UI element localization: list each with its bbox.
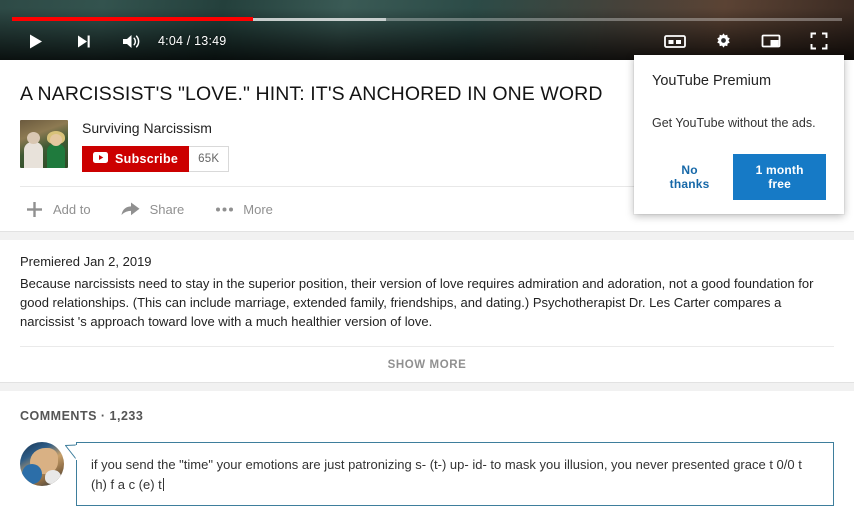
- share-button[interactable]: Share: [121, 199, 185, 219]
- channel-avatar[interactable]: [20, 120, 68, 169]
- description-text: Because narcissists need to stay in the …: [20, 276, 814, 330]
- comments-section: COMMENTS · 1,233 if you send the "time" …: [0, 390, 854, 510]
- more-dots-icon: [214, 199, 234, 219]
- subscriber-count: 65K: [189, 146, 230, 173]
- player-controls-right: [662, 28, 854, 54]
- comment-input[interactable]: if you send the "time" your emotions are…: [76, 441, 834, 507]
- time-display: 4:04 / 13:49: [158, 34, 227, 48]
- subscribe-label: Subscribe: [115, 152, 179, 167]
- one-month-free-button[interactable]: 1 month free: [733, 153, 826, 200]
- player-controls-left: 4:04 / 13:49: [0, 28, 226, 54]
- captions-cc-icon[interactable]: [662, 28, 688, 54]
- more-button[interactable]: More: [214, 199, 273, 219]
- premium-subtitle: Get YouTube without the ads.: [652, 116, 816, 130]
- share-arrow-icon: [121, 199, 141, 219]
- comment-draft-text: if you send the "time" your emotions are…: [91, 456, 802, 493]
- settings-gear-icon[interactable]: [710, 28, 736, 54]
- fullscreen-icon[interactable]: [806, 28, 832, 54]
- subscribe-button[interactable]: Subscribe: [82, 146, 190, 173]
- premium-title: YouTube Premium: [652, 73, 772, 89]
- next-video-icon[interactable]: [70, 28, 96, 54]
- bubble-tail-icon: [65, 444, 77, 460]
- comments-header: COMMENTS · 1,233: [20, 408, 144, 423]
- no-thanks-button[interactable]: No thanks: [652, 155, 727, 199]
- add-to-label: Add to: [53, 201, 91, 217]
- user-avatar[interactable]: [20, 441, 64, 486]
- premium-actions: No thanks 1 month free: [652, 153, 826, 200]
- description-card: Premiered Jan 2, 2019 Because narcissist…: [0, 240, 854, 383]
- progress-played: [12, 17, 253, 21]
- volume-icon[interactable]: [118, 28, 144, 54]
- avatar-shape-tertiary: [45, 469, 61, 484]
- channel-meta: Surviving Narcissism Subscribe 65K: [82, 120, 230, 173]
- video-player[interactable]: 4:04 / 13:49: [0, 0, 854, 60]
- text-caret: [162, 478, 164, 492]
- premiered-date: Premiered Jan 2, 2019: [20, 254, 152, 270]
- miniplayer-icon[interactable]: [758, 28, 784, 54]
- comment-compose-row: if you send the "time" your emotions are…: [20, 441, 834, 510]
- subscribe-row: Subscribe 65K: [82, 146, 230, 173]
- more-label: More: [243, 201, 273, 217]
- channel-name[interactable]: Surviving Narcissism: [82, 120, 229, 136]
- youtube-play-badge-icon: [93, 152, 108, 166]
- play-icon[interactable]: [22, 28, 48, 54]
- comment-bubble: if you send the "time" your emotions are…: [65, 441, 834, 510]
- avatar-shape-secondary: [22, 463, 42, 484]
- youtube-watch-page: 4:04 / 13:49 A NARCISSIST'S "LOVE." HINT…: [0, 0, 854, 510]
- show-more-button[interactable]: SHOW MORE: [20, 345, 834, 382]
- share-label: Share: [149, 201, 185, 217]
- youtube-premium-popup: YouTube Premium Get YouTube without the …: [634, 55, 844, 214]
- plus-icon: [24, 199, 44, 219]
- add-to-button[interactable]: Add to: [24, 199, 91, 219]
- progress-bar[interactable]: [12, 17, 842, 21]
- avatar-figure-right: [47, 144, 65, 169]
- avatar-figure-left: [24, 142, 43, 169]
